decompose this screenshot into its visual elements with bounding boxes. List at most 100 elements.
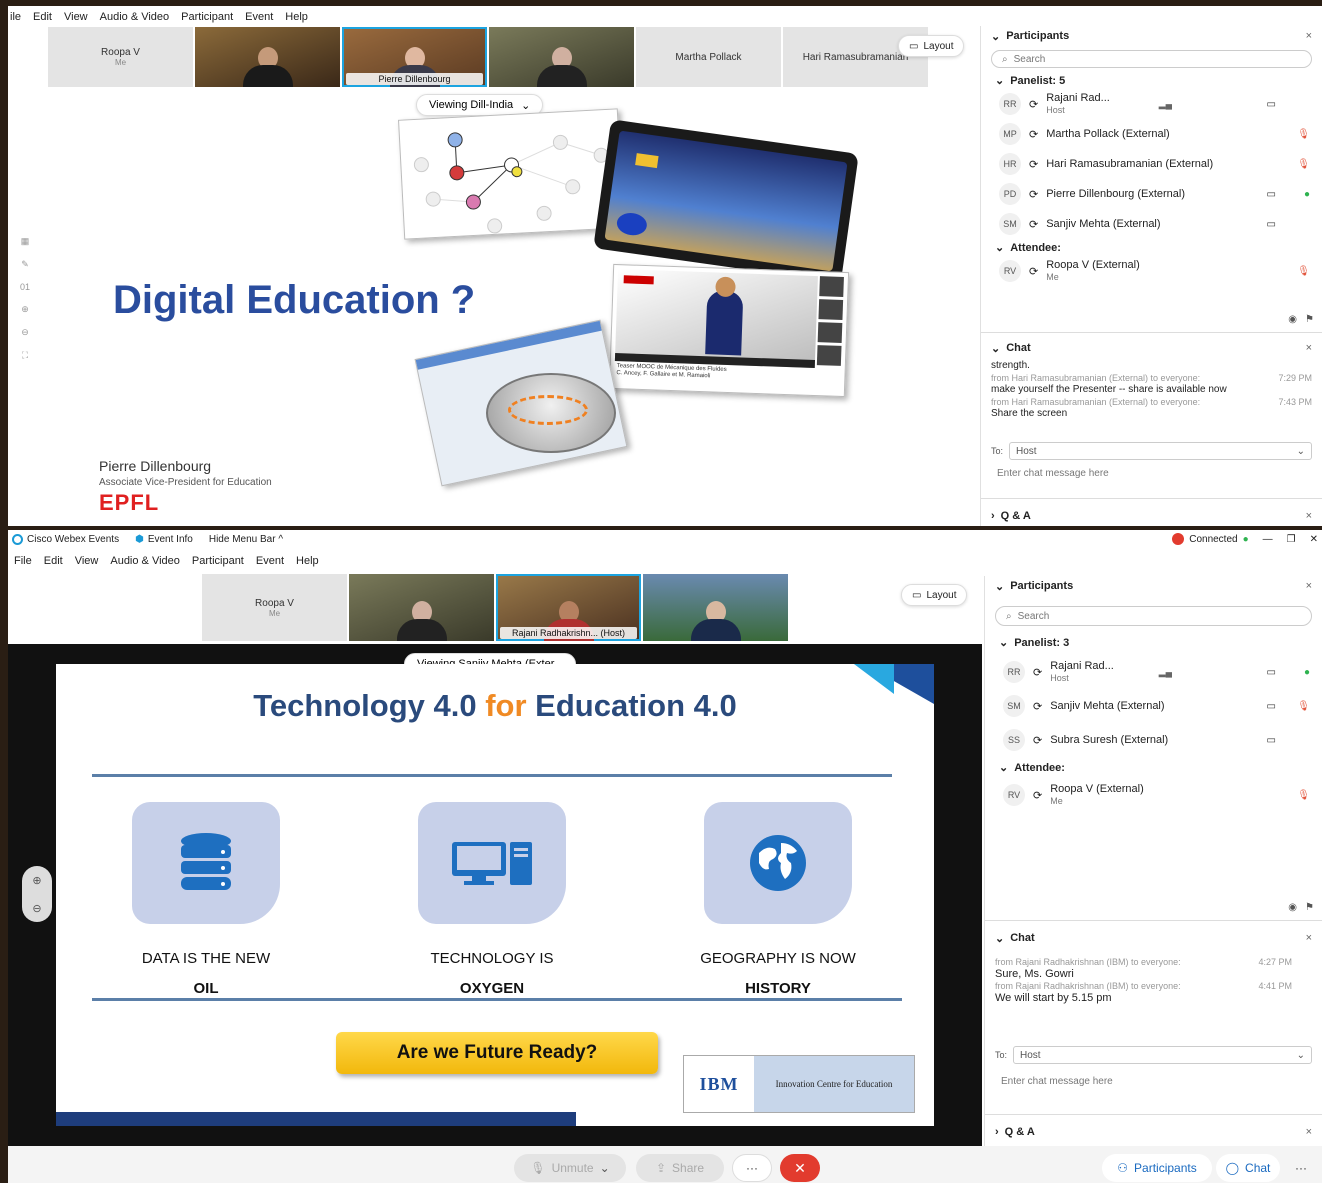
- zoom-out-icon[interactable]: ⊖: [32, 902, 41, 915]
- panel-more-button[interactable]: ···: [1286, 1154, 1316, 1182]
- menu-participant[interactable]: Participant: [192, 555, 244, 567]
- more-options-button[interactable]: ···: [732, 1154, 772, 1182]
- mic-active-icon[interactable]: ●: [1304, 189, 1310, 200]
- close-icon[interactable]: ×: [1306, 510, 1312, 522]
- panelist-group[interactable]: ⌄ Panelist: 5: [981, 72, 1322, 89]
- camera-icon[interactable]: ▭: [1267, 189, 1276, 200]
- chat-toggle-button[interactable]: ◯ Chat: [1216, 1154, 1280, 1182]
- attendee-group[interactable]: ⌄ Attendee:: [981, 239, 1322, 256]
- participant-row[interactable]: PD ⟳ Pierre Dillenbourg (External) ▭ ●: [981, 179, 1322, 209]
- participant-row[interactable]: RR ⟳ Rajani Rad... Host ▂▄ ▭: [981, 89, 1322, 119]
- camera-icon[interactable]: ▭: [1267, 99, 1276, 110]
- camera-icon[interactable]: ▭: [1267, 667, 1276, 678]
- chat-bubble-icon: ◯: [1225, 1161, 1240, 1175]
- participants-header[interactable]: ⌄ Participants ×: [985, 576, 1322, 596]
- flag-icon[interactable]: ⚑: [1305, 902, 1314, 916]
- recipient-select[interactable]: Host ⌄: [1009, 442, 1312, 460]
- share-button[interactable]: ⇪ Share: [636, 1154, 724, 1182]
- chat-header[interactable]: ⌄ Chat ×: [985, 928, 1322, 948]
- video-tile[interactable]: [195, 27, 340, 87]
- attendee-group[interactable]: ⌄ Attendee:: [985, 757, 1322, 778]
- participant-row[interactable]: RR ⟳ Rajani Rad... Host ▂▄ ▭ ●: [985, 655, 1322, 689]
- recipient-select[interactable]: Host ⌄: [1013, 1046, 1312, 1064]
- close-icon[interactable]: ×: [1306, 1126, 1312, 1138]
- camera-icon[interactable]: ▭: [1267, 735, 1276, 746]
- flag-icon[interactable]: ⚑: [1305, 314, 1314, 328]
- menu-edit[interactable]: Edit: [44, 555, 63, 567]
- close-icon[interactable]: ×: [1306, 580, 1312, 592]
- menu-file[interactable]: ile: [10, 11, 21, 23]
- mic-muted-icon[interactable]: 🎙: [1297, 701, 1310, 712]
- mic-muted-icon[interactable]: 🎙: [1297, 129, 1310, 140]
- chat-input[interactable]: Enter chat message here: [985, 1064, 1322, 1095]
- chat-input[interactable]: Enter chat message here: [981, 460, 1322, 487]
- camera-icon[interactable]: ▭: [1267, 219, 1276, 230]
- minimize-icon[interactable]: —: [1263, 534, 1273, 545]
- layout-button[interactable]: ▭ Layout: [898, 35, 965, 57]
- menu-audio-video[interactable]: Audio & Video: [100, 11, 170, 23]
- close-icon[interactable]: ×: [1306, 342, 1312, 354]
- participants-header[interactable]: ⌄ Participants ×: [981, 26, 1322, 46]
- camera-icon[interactable]: ▭: [1267, 701, 1276, 712]
- menu-event[interactable]: Event: [256, 555, 284, 567]
- participant-row[interactable]: RV ⟳ Roopa V (External) Me 🎙: [981, 256, 1322, 286]
- menu-audio-video[interactable]: Audio & Video: [110, 555, 180, 567]
- participant-row[interactable]: SM ⟳ Sanjiv Mehta (External) ▭: [981, 209, 1322, 239]
- close-icon[interactable]: ×: [1306, 30, 1312, 42]
- menu-event[interactable]: Event: [245, 11, 273, 23]
- lock-icon[interactable]: ◉: [1288, 314, 1297, 328]
- participant-row[interactable]: MP ⟳ Martha Pollack (External) 🎙: [981, 119, 1322, 149]
- zoom-in-icon[interactable]: ⊕: [21, 304, 29, 315]
- zoom-out-icon[interactable]: ⊖: [21, 327, 29, 338]
- menu-view[interactable]: View: [64, 11, 88, 23]
- video-tile[interactable]: Roopa V Me: [202, 574, 347, 641]
- search-input[interactable]: ⌕ Search: [991, 50, 1312, 68]
- lock-icon[interactable]: ◉: [1288, 902, 1297, 916]
- menu-participant[interactable]: Participant: [181, 11, 233, 23]
- zoom-in-icon[interactable]: ⊕: [32, 874, 41, 887]
- qa-header[interactable]: › Q & A ×: [981, 506, 1322, 526]
- qa-header[interactable]: › Q & A ×: [985, 1122, 1322, 1142]
- video-tile[interactable]: Roopa V Me: [48, 27, 193, 87]
- event-info-button[interactable]: ⬢ Event Info: [135, 534, 193, 545]
- menu-help[interactable]: Help: [285, 11, 308, 23]
- search-input[interactable]: ⌕ Search: [995, 606, 1312, 626]
- leave-button[interactable]: ✕: [780, 1154, 820, 1182]
- mic-muted-icon[interactable]: 🎙: [1297, 266, 1310, 277]
- layout-icon: ▭: [909, 40, 919, 52]
- chat-header[interactable]: ⌄ Chat ×: [981, 338, 1322, 358]
- menu-help[interactable]: Help: [296, 555, 319, 567]
- participants-toggle-button[interactable]: ⚇ Participants: [1102, 1154, 1212, 1182]
- fit-icon[interactable]: ⛶: [22, 350, 28, 361]
- video-tile-active[interactable]: Pierre Dillenbourg: [342, 27, 487, 87]
- video-tile[interactable]: [349, 574, 494, 641]
- chat-toggle-label: Chat: [1245, 1161, 1271, 1175]
- video-tile[interactable]: [643, 574, 788, 641]
- participant-row[interactable]: SM ⟳ Sanjiv Mehta (External) ▭ 🎙: [985, 689, 1322, 723]
- menu-edit[interactable]: Edit: [33, 11, 52, 23]
- menu-view[interactable]: View: [75, 555, 99, 567]
- mic-muted-icon[interactable]: 🎙: [1297, 159, 1310, 170]
- hide-menu-bar-button[interactable]: Hide Menu Bar ^: [209, 534, 283, 545]
- close-icon[interactable]: ×: [1306, 932, 1312, 944]
- participant-row[interactable]: HR ⟳ Hari Ramasubramanian (External) 🎙: [981, 149, 1322, 179]
- participant-row[interactable]: RV ⟳ Roopa V (External) Me 🎙: [985, 778, 1322, 812]
- video-tile[interactable]: [489, 27, 634, 87]
- chat-title: Chat: [1006, 342, 1031, 354]
- avatar: RR: [1003, 661, 1025, 683]
- menu-file[interactable]: File: [14, 555, 32, 567]
- restore-icon[interactable]: ❐: [1287, 534, 1296, 545]
- unmute-button[interactable]: 🎙 Unmute ⌄: [514, 1154, 626, 1182]
- close-icon[interactable]: ✕: [1310, 534, 1318, 545]
- divider: [92, 998, 902, 1001]
- mic-active-icon[interactable]: ●: [1304, 667, 1310, 678]
- annotate-icon[interactable]: ✎: [21, 259, 29, 270]
- mic-muted-icon[interactable]: 🎙: [1297, 790, 1310, 801]
- participant-row[interactable]: SS ⟳ Subra Suresh (External) ▭: [985, 723, 1322, 757]
- video-tile-active[interactable]: Rajani Radhakrishn... (Host): [496, 574, 641, 641]
- grid-icon[interactable]: ▦: [21, 236, 30, 247]
- layout-button[interactable]: ▭ Layout: [901, 584, 968, 606]
- panelist-group[interactable]: ⌄ Panelist: 3: [985, 630, 1322, 655]
- chevron-down-icon[interactable]: ⌄: [600, 1161, 610, 1175]
- video-tile[interactable]: Martha Pollack: [636, 27, 781, 87]
